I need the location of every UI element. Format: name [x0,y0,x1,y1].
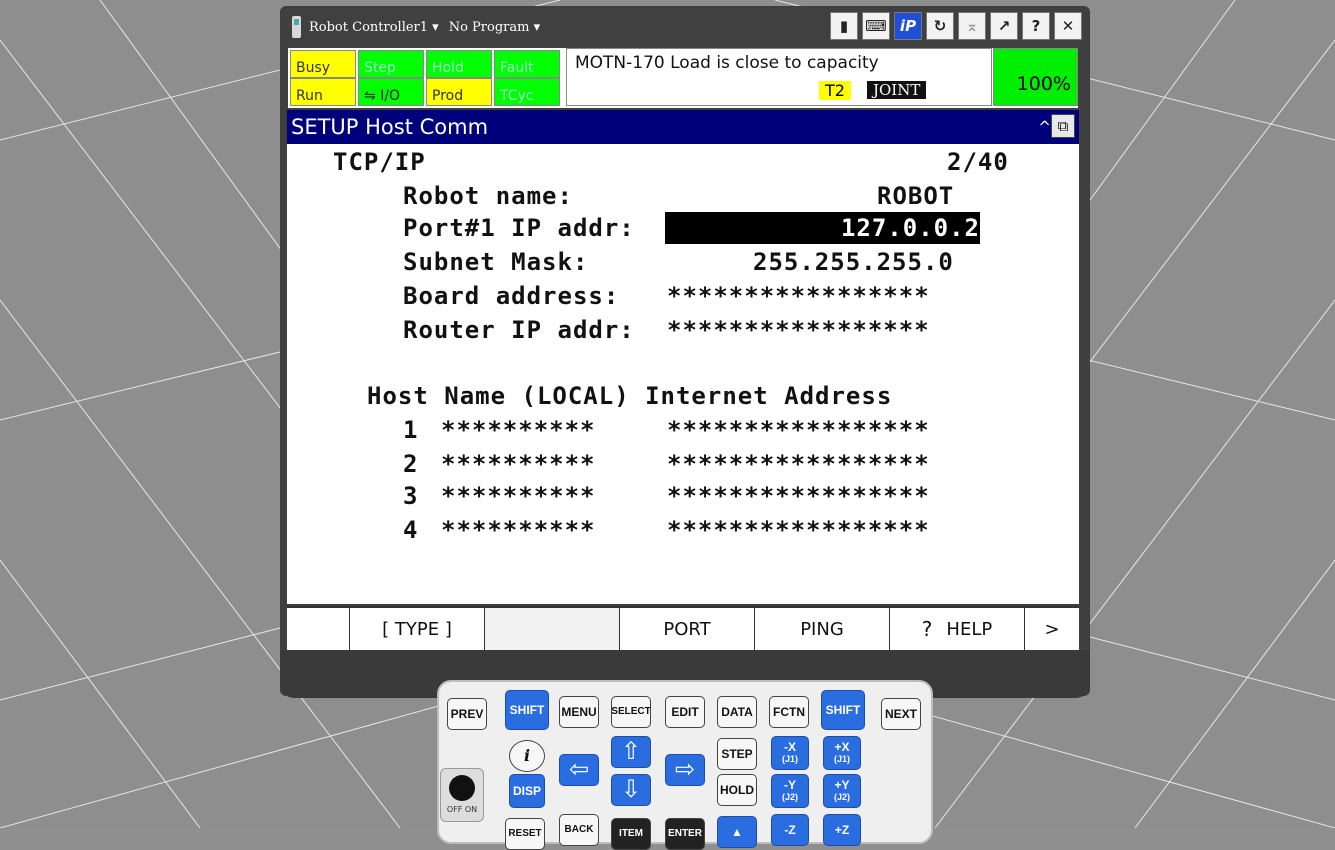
function-key-bar: [ TYPE ] PORT PING ? HELP > [287,606,1079,654]
mode-badge: T2 [819,81,851,100]
jog-x-pos-key[interactable]: +X (J1) [823,736,861,770]
host-address[interactable]: ***************** [667,450,930,478]
host-number: 4 [403,516,419,544]
jog-y-pos-key[interactable]: +Y (J2) [823,774,861,808]
close-icon[interactable]: ✕ [1054,12,1082,40]
host-name[interactable]: ********** [441,450,596,478]
f5-help-button[interactable]: ? HELP [889,608,1024,650]
on-off-switch[interactable]: OFF ON [440,768,484,822]
status-fault: Fault [494,50,560,78]
next-key[interactable]: NEXT [881,698,921,730]
subnet-value[interactable]: 255.255.255.0 [753,248,954,276]
jog-y-neg-key[interactable]: -Y (J2) [771,774,809,808]
ip-icon[interactable]: iP [894,12,922,40]
override-indicator[interactable]: 100% [993,48,1078,106]
host-name[interactable]: ********** [441,416,596,444]
select-key[interactable]: SELECT [611,696,651,728]
port1-ip-field[interactable]: 127.0.0.2 [665,212,980,244]
alarm-text: MOTN-170 Load is close to capacity [575,53,879,73]
port1-label: Port#1 IP addr: [403,214,635,242]
alarm-message: MOTN-170 Load is close to capacity T2 JO… [566,48,992,106]
jog-x-neg-key[interactable]: -X (J1) [771,736,809,770]
host-address[interactable]: ***************** [667,416,930,444]
host-name[interactable]: ********** [441,482,596,510]
status-run: Run [290,78,356,106]
right-arrow-key[interactable]: ⇨ [665,754,705,786]
reset-key[interactable]: RESET [505,818,545,850]
help-icon[interactable]: ? [1022,12,1050,40]
program-menu[interactable]: No Program ▾ [449,20,540,35]
up-arrow-key[interactable]: ⇧ [611,736,651,768]
robot-name-label: Robot name: [403,182,573,210]
status-prod: Prod [426,78,492,106]
subnet-label: Subnet Mask: [403,248,589,276]
pendant-icon [292,16,301,38]
f1-type-button[interactable]: [ TYPE ] [349,608,484,650]
keypad: PREV SHIFT MENU SELECT EDIT DATA FCTN SH… [437,680,933,850]
router-ip-label: Router IP addr: [403,316,635,344]
f2-button[interactable] [484,608,619,650]
help-label: HELP [946,618,993,640]
jog-z-neg-key[interactable]: -Z [771,814,809,846]
section-label: TCP/IP [333,148,426,176]
hosts-header: Host Name (LOCAL) Internet Address [367,382,893,410]
enter-key[interactable]: ENTER [665,818,705,850]
robot-name-value[interactable]: ROBOT [877,182,954,210]
f3-port-button[interactable]: PORT [619,608,754,650]
shift-key-right[interactable]: SHIFT [821,690,865,730]
edit-key[interactable]: EDIT [665,696,705,728]
on-off-label: OFF ON [446,805,478,814]
up-triangle-key[interactable]: ▲ [717,816,757,848]
maximize-icon[interactable]: ⧉ [1051,114,1075,138]
host-number: 1 [403,416,419,444]
status-step: Step [358,50,424,78]
left-arrow-key[interactable]: ⇦ [559,754,599,786]
host-address[interactable]: ***************** [667,516,930,544]
board-address-label: Board address: [403,282,620,310]
title-bar: Robot Controller1 ▾ No Program ▾ ▮ ⌨ iP … [284,8,1086,46]
host-name[interactable]: ********** [441,516,596,544]
step-key[interactable]: STEP [717,738,757,770]
jog-z-pos-key[interactable]: +Z [823,814,861,846]
host-address[interactable]: ***************** [667,482,930,510]
host-number: 2 [403,450,419,478]
host-number: 3 [403,482,419,510]
fctn-key[interactable]: FCTN [769,696,809,728]
status-hold: Hold [426,50,492,78]
down-arrow-key[interactable]: ⇩ [611,774,651,806]
data-key[interactable]: DATA [717,696,757,728]
main-screen: SETUP Host Comm ^ ⧉ TCP/IP 2/40 Robot na… [287,110,1079,604]
keyboard-icon[interactable]: ⌨ [862,12,890,40]
refresh-icon[interactable]: ↻ [926,12,954,40]
item-key[interactable]: ITEM [611,818,651,850]
caret-up-icon[interactable]: ^ [1038,110,1051,144]
status-io: ⇋ I/O [358,78,424,106]
router-ip-value[interactable]: ***************** [667,316,930,344]
coord-badge: JOINT [867,81,927,99]
hold-key[interactable]: HOLD [717,774,757,806]
status-busy: Busy [290,50,356,78]
shift-key-left[interactable]: SHIFT [505,690,549,730]
disp-key[interactable]: DISP [509,774,545,808]
board-address-value[interactable]: ***************** [667,282,930,310]
menu-key[interactable]: MENU [559,696,599,728]
info-key[interactable]: i [509,740,545,772]
external-link-icon[interactable]: ↗ [990,12,1018,40]
controller-menu[interactable]: Robot Controller1 ▾ [309,20,439,35]
teach-pendant-icon[interactable]: ▮ [830,12,858,40]
screen-title: SETUP Host Comm [291,115,489,139]
status-tcyc: TCyc [494,78,560,106]
on-off-dial-icon [449,775,475,801]
robot-icon[interactable]: ⌅ [958,12,986,40]
page-indicator: 2/40 [947,148,1009,176]
prev-key[interactable]: PREV [447,698,487,730]
next-page-button[interactable]: > [1024,608,1079,650]
screen-title-bar: SETUP Host Comm ^ ⧉ [287,110,1079,144]
help-question-icon: ? [921,617,933,641]
back-key[interactable]: BACK [559,814,599,846]
f4-ping-button[interactable]: PING [754,608,889,650]
